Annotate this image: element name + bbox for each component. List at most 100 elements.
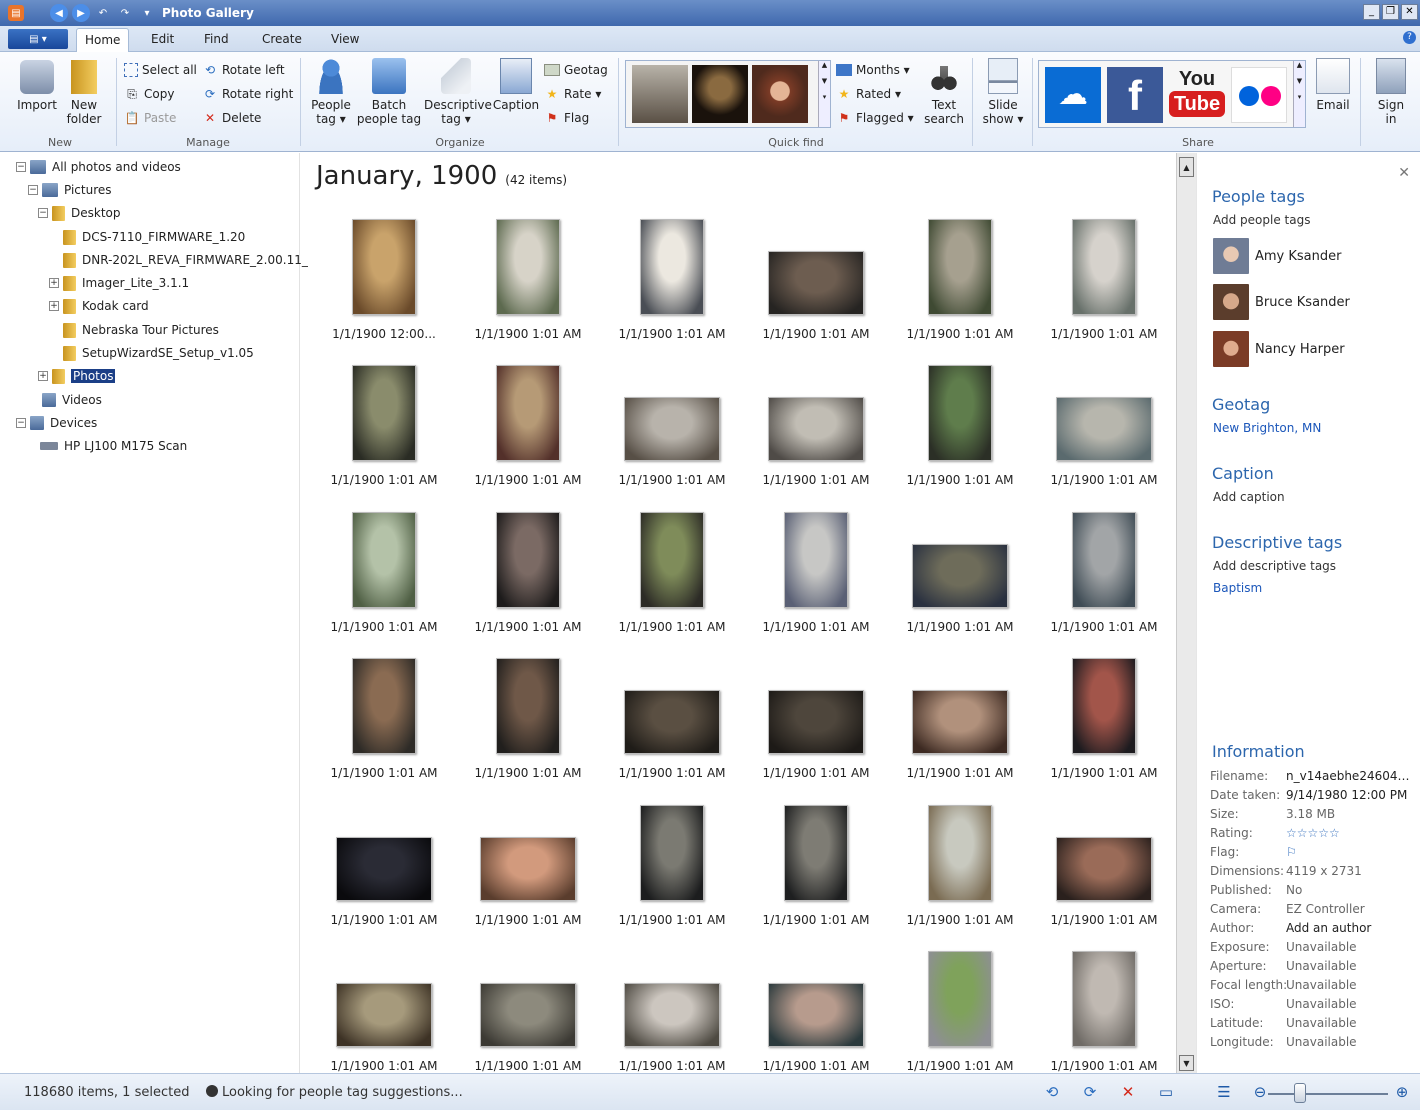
- photo-thumbnail-item[interactable]: 1/1/1900 1:01 AM: [312, 508, 456, 654]
- rotate-left-icon[interactable]: ⟲: [1042, 1082, 1062, 1102]
- zoom-out-icon[interactable]: ⊖: [1250, 1082, 1270, 1102]
- minimize-button[interactable]: _: [1363, 4, 1380, 20]
- photo-thumbnail[interactable]: [624, 690, 720, 754]
- info-value[interactable]: Add an author: [1286, 921, 1414, 940]
- forward-icon[interactable]: ▶: [72, 4, 90, 22]
- photo-thumbnail-item[interactable]: 1/1/1900 1:01 AM: [744, 361, 888, 507]
- photo-thumbnail-item[interactable]: 1/1/1900 1:01 AM: [744, 215, 888, 361]
- photo-thumbnail-item[interactable]: 1/1/1900 1:01 AM: [312, 801, 456, 947]
- photo-thumbnail[interactable]: [624, 983, 720, 1047]
- tree-item-folder[interactable]: DNR-202L_REVA_FIRMWARE_2.00.11_: [63, 250, 308, 270]
- tree-item-pictures[interactable]: − Pictures: [28, 180, 112, 200]
- flickr-icon[interactable]: [1231, 67, 1287, 123]
- photo-thumbnail-item[interactable]: 1/1/1900 1:01 AM: [456, 215, 600, 361]
- photo-thumbnail[interactable]: [768, 983, 864, 1047]
- batch-people-tag-button[interactable]: Batch people tag: [356, 58, 422, 126]
- rotate-left-button[interactable]: ⟲ Rotate left: [202, 60, 285, 80]
- photo-thumbnail[interactable]: [928, 951, 992, 1047]
- tree-item-desktop[interactable]: − Desktop: [38, 203, 121, 223]
- photo-thumbnail[interactable]: [1072, 951, 1136, 1047]
- slide-show-icon[interactable]: ▭: [1156, 1082, 1176, 1102]
- info-value[interactable]: ☆☆☆☆☆: [1286, 826, 1414, 845]
- scroll-down-arrow[interactable]: ▼: [1179, 1055, 1194, 1071]
- photo-thumbnail[interactable]: [768, 251, 864, 315]
- tab-home[interactable]: Home: [76, 28, 130, 52]
- photo-thumbnail-item[interactable]: 1/1/1900 1:01 AM: [1032, 947, 1176, 1073]
- app-icon[interactable]: ▤: [8, 5, 24, 21]
- photo-thumbnail[interactable]: [1072, 219, 1136, 315]
- rate-button[interactable]: ★ Rate ▾: [544, 84, 602, 104]
- vertical-scrollbar[interactable]: ▲ ▼: [1176, 153, 1196, 1073]
- photo-thumbnail-item[interactable]: 1/1/1900 1:01 AM: [888, 801, 1032, 947]
- tree-item-folder[interactable]: DCS-7110_FIRMWARE_1.20: [63, 227, 245, 247]
- tree-item-scanner[interactable]: HP LJ100 M175 Scan: [40, 436, 187, 456]
- text-search-button[interactable]: Text search: [922, 58, 966, 126]
- file-menu-button[interactable]: ▤ ▾: [8, 29, 68, 49]
- customize-qat-icon[interactable]: ▾: [138, 4, 156, 22]
- photo-thumbnail[interactable]: [352, 658, 416, 754]
- photo-thumbnail[interactable]: [640, 219, 704, 315]
- photo-thumbnail[interactable]: [624, 397, 720, 461]
- sign-in-button[interactable]: Sign in: [1370, 58, 1412, 126]
- person-tag[interactable]: Nancy Harper: [1213, 330, 1345, 368]
- close-button[interactable]: ✕: [1401, 4, 1418, 20]
- photo-thumbnail-item[interactable]: 1/1/1900 1:01 AM: [600, 508, 744, 654]
- photo-thumbnail[interactable]: [336, 983, 432, 1047]
- photo-thumbnail[interactable]: [496, 219, 560, 315]
- copy-button[interactable]: ⎘ Copy: [124, 84, 174, 104]
- share-gallery-scroll[interactable]: ▲ ▼ ▾: [1293, 61, 1305, 127]
- back-icon[interactable]: ◀: [50, 4, 68, 22]
- photo-thumbnail[interactable]: [1072, 512, 1136, 608]
- new-folder-button[interactable]: New folder: [64, 60, 104, 126]
- photo-thumbnail[interactable]: [352, 219, 416, 315]
- photo-thumbnail-item[interactable]: 1/1/1900 1:01 AM: [744, 947, 888, 1073]
- photo-thumbnail[interactable]: [768, 397, 864, 461]
- flagged-button[interactable]: ⚑ Flagged ▾: [836, 108, 914, 128]
- photo-thumbnail-item[interactable]: 1/1/1900 1:01 AM: [744, 801, 888, 947]
- youtube-icon[interactable]: You Tube: [1169, 67, 1225, 123]
- photo-thumbnail[interactable]: [928, 365, 992, 461]
- tree-item-folder[interactable]: + Imager_Lite_3.1.1: [49, 273, 189, 293]
- photo-thumbnail-item[interactable]: 1/1/1900 1:01 AM: [312, 947, 456, 1073]
- slide-show-button[interactable]: Slide show ▾: [978, 58, 1028, 126]
- photo-thumbnail-item[interactable]: 1/1/1900 1:01 AM: [600, 215, 744, 361]
- undo-icon[interactable]: ↶: [94, 4, 112, 22]
- delete-icon[interactable]: ✕: [1118, 1082, 1138, 1102]
- photo-thumbnail[interactable]: [928, 805, 992, 901]
- photo-thumbnail[interactable]: [640, 512, 704, 608]
- add-people-tags-link[interactable]: Add people tags: [1213, 213, 1310, 227]
- photo-thumbnail-item[interactable]: 1/1/1900 1:01 AM: [456, 361, 600, 507]
- zoom-in-icon[interactable]: ⊕: [1392, 1082, 1412, 1102]
- rotate-right-button[interactable]: ⟳ Rotate right: [202, 84, 293, 104]
- photo-thumbnail-item[interactable]: 1/1/1900 1:01 AM: [1032, 215, 1176, 361]
- photo-thumbnail[interactable]: [496, 512, 560, 608]
- geotag-link[interactable]: New Brighton, MN: [1213, 421, 1321, 435]
- photo-thumbnail-item[interactable]: 1/1/1900 1:01 AM: [888, 361, 1032, 507]
- facebook-icon[interactable]: f: [1107, 67, 1163, 123]
- help-icon[interactable]: ?: [1403, 31, 1416, 44]
- tree-item-folder[interactable]: SetupWizardSE_Setup_v1.05: [63, 343, 254, 363]
- tree-item-devices[interactable]: − Devices: [16, 413, 97, 433]
- onedrive-icon[interactable]: ☁: [1045, 67, 1101, 123]
- photo-thumbnail[interactable]: [1072, 658, 1136, 754]
- tree-item-all-photos[interactable]: − All photos and videos: [16, 157, 181, 177]
- quick-find-scroll[interactable]: ▲ ▼ ▾: [818, 61, 830, 127]
- photo-thumbnail-item[interactable]: 1/1/1900 1:01 AM: [600, 801, 744, 947]
- photo-thumbnail[interactable]: [1056, 397, 1152, 461]
- photo-thumbnail-item[interactable]: 1/1/1900 1:01 AM: [456, 508, 600, 654]
- photo-thumbnail[interactable]: [928, 219, 992, 315]
- photo-thumbnail[interactable]: [768, 690, 864, 754]
- photo-thumbnail-item[interactable]: 1/1/1900 1:01 AM: [1032, 654, 1176, 800]
- flag-button[interactable]: ⚑ Flag: [544, 108, 590, 128]
- photo-thumbnail-item[interactable]: 1/1/1900 1:01 AM: [600, 361, 744, 507]
- photo-thumbnail[interactable]: [352, 512, 416, 608]
- photo-thumbnail-item[interactable]: 1/1/1900 1:01 AM: [312, 361, 456, 507]
- photo-thumbnail-item[interactable]: 1/1/1900 1:01 AM: [456, 801, 600, 947]
- photo-thumbnail-item[interactable]: 1/1/1900 1:01 AM: [1032, 801, 1176, 947]
- close-pane-icon[interactable]: ✕: [1398, 165, 1410, 181]
- photo-thumbnail-item[interactable]: 1/1/1900 12:00...: [312, 215, 456, 361]
- photo-thumbnail-item[interactable]: 1/1/1900 1:01 AM: [888, 947, 1032, 1073]
- quick-find-face-thumb[interactable]: [692, 65, 748, 123]
- share-gallery[interactable]: ☁ f You Tube ▲ ▼ ▾: [1038, 60, 1306, 128]
- import-button[interactable]: Import: [14, 60, 60, 112]
